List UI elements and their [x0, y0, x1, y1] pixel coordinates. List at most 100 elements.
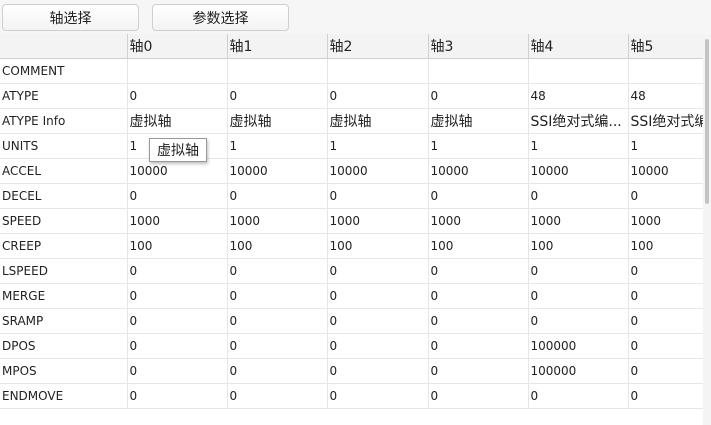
table-cell[interactable]: 0 — [628, 283, 703, 309]
table-cell[interactable] — [428, 58, 529, 84]
table-cell[interactable]: 0 — [327, 333, 429, 359]
table-cell[interactable]: 0 — [428, 83, 529, 109]
row-header[interactable]: UNITS — [0, 133, 128, 159]
table-cell[interactable]: 1 — [628, 133, 703, 159]
column-header-axis-4[interactable]: 轴4 — [528, 34, 629, 59]
table-cell[interactable]: 100000 — [528, 358, 629, 384]
table-cell[interactable]: 0 — [428, 258, 529, 284]
table-cell[interactable]: 0 — [327, 283, 429, 309]
row-header[interactable]: MPOS — [0, 358, 128, 384]
table-cell[interactable]: 0 — [227, 83, 328, 109]
table-cell[interactable] — [127, 58, 228, 84]
table-cell[interactable] — [528, 58, 629, 84]
table-cell[interactable]: 10000 — [428, 158, 529, 184]
column-header-axis-3[interactable]: 轴3 — [428, 34, 529, 59]
table-cell[interactable]: 10000 — [528, 158, 629, 184]
table-cell[interactable]: 0 — [127, 258, 228, 284]
table-cell[interactable]: 0 — [428, 183, 529, 209]
table-cell[interactable]: 0 — [227, 358, 328, 384]
table-cell[interactable]: 1 — [227, 133, 328, 159]
table-cell[interactable]: 0 — [528, 258, 629, 284]
table-cell[interactable]: 0 — [127, 358, 228, 384]
table-cell[interactable]: 0 — [628, 383, 703, 409]
table-cell[interactable]: 1000 — [528, 208, 629, 234]
row-header[interactable]: DPOS — [0, 333, 128, 359]
table-cell[interactable]: 100 — [628, 233, 703, 259]
table-cell[interactable]: SSI绝对式编... — [528, 108, 629, 134]
table-cell[interactable]: 0 — [628, 358, 703, 384]
table-cell[interactable]: 0 — [227, 258, 328, 284]
table-cell[interactable]: 1000 — [628, 208, 703, 234]
table-cell[interactable]: 10000 — [327, 158, 429, 184]
vertical-scrollbar[interactable] — [703, 34, 711, 425]
table-cell[interactable] — [227, 58, 328, 84]
table-cell[interactable] — [628, 58, 703, 84]
scrollbar-thumb[interactable] — [705, 39, 709, 204]
row-header[interactable]: ENDMOVE — [0, 383, 128, 409]
table-cell[interactable]: 100 — [127, 233, 228, 259]
row-header[interactable]: SPEED — [0, 208, 128, 234]
table-cell[interactable]: 10000 — [628, 158, 703, 184]
table-cell[interactable]: 0 — [628, 183, 703, 209]
table-cell[interactable]: 虚拟轴 — [327, 108, 429, 134]
table-cell[interactable]: 0 — [428, 333, 529, 359]
table-cell[interactable]: 0 — [127, 83, 228, 109]
table-cell[interactable]: 0 — [628, 333, 703, 359]
row-header[interactable]: ATYPE — [0, 83, 128, 109]
table-cell[interactable]: 0 — [227, 183, 328, 209]
table-cell[interactable]: 0 — [428, 283, 529, 309]
table-cell[interactable]: 1 — [528, 133, 629, 159]
table-cell[interactable]: 0 — [327, 383, 429, 409]
table-cell[interactable]: 48 — [628, 83, 703, 109]
table-cell[interactable]: 1000 — [327, 208, 429, 234]
param-select-button[interactable]: 参数选择 — [152, 4, 289, 31]
table-cell[interactable]: 0 — [628, 258, 703, 284]
table-cell[interactable]: 100 — [327, 233, 429, 259]
column-header-axis-0[interactable]: 轴0 — [127, 34, 228, 59]
table-cell[interactable]: 0 — [528, 308, 629, 334]
table-cell[interactable]: 0 — [628, 308, 703, 334]
table-cell[interactable]: 1000 — [227, 208, 328, 234]
table-cell[interactable]: SSI绝对式编... — [628, 108, 703, 134]
table-cell[interactable]: 0 — [327, 83, 429, 109]
table-cell[interactable]: 0 — [528, 283, 629, 309]
table-cell[interactable]: 0 — [127, 283, 228, 309]
table-cell[interactable]: 48 — [528, 83, 629, 109]
table-cell[interactable]: 0 — [428, 358, 529, 384]
row-header[interactable]: DECEL — [0, 183, 128, 209]
table-cell[interactable]: 0 — [327, 358, 429, 384]
row-header[interactable]: SRAMP — [0, 308, 128, 334]
table-cell[interactable]: 虚拟轴 — [127, 108, 228, 134]
table-cell[interactable]: 0 — [428, 308, 529, 334]
table-cell[interactable]: 0 — [127, 333, 228, 359]
column-header-axis-5[interactable]: 轴5 — [628, 34, 703, 59]
table-cell[interactable]: 100000 — [528, 333, 629, 359]
table-cell[interactable]: 100 — [227, 233, 328, 259]
row-header[interactable]: ATYPE Info — [0, 108, 128, 134]
table-cell[interactable]: 100 — [528, 233, 629, 259]
row-header[interactable]: LSPEED — [0, 258, 128, 284]
table-cell[interactable]: 1 — [327, 133, 429, 159]
table-cell[interactable]: 虚拟轴 — [227, 108, 328, 134]
table-cell[interactable]: 0 — [428, 383, 529, 409]
row-header[interactable]: COMMENT — [0, 58, 128, 84]
table-cell[interactable]: 100 — [428, 233, 529, 259]
table-cell[interactable]: 1 — [428, 133, 529, 159]
column-header-axis-2[interactable]: 轴2 — [327, 34, 429, 59]
table-cell[interactable]: 0 — [227, 308, 328, 334]
table-cell[interactable]: 0 — [327, 258, 429, 284]
row-header[interactable]: ACCEL — [0, 158, 128, 184]
table-cell[interactable] — [327, 58, 429, 84]
table-cell[interactable]: 0 — [327, 308, 429, 334]
table-cell[interactable]: 虚拟轴 — [428, 108, 529, 134]
column-header-axis-1[interactable]: 轴1 — [227, 34, 328, 59]
table-cell[interactable]: 0 — [127, 308, 228, 334]
table-cell[interactable]: 0 — [227, 383, 328, 409]
row-header[interactable]: MERGE — [0, 283, 128, 309]
row-header[interactable]: CREEP — [0, 233, 128, 259]
table-cell[interactable]: 1000 — [127, 208, 228, 234]
table-cell[interactable]: 0 — [127, 383, 228, 409]
table-cell[interactable]: 0 — [327, 183, 429, 209]
table-cell[interactable]: 10000 — [227, 158, 328, 184]
table-cell[interactable]: 0 — [227, 283, 328, 309]
